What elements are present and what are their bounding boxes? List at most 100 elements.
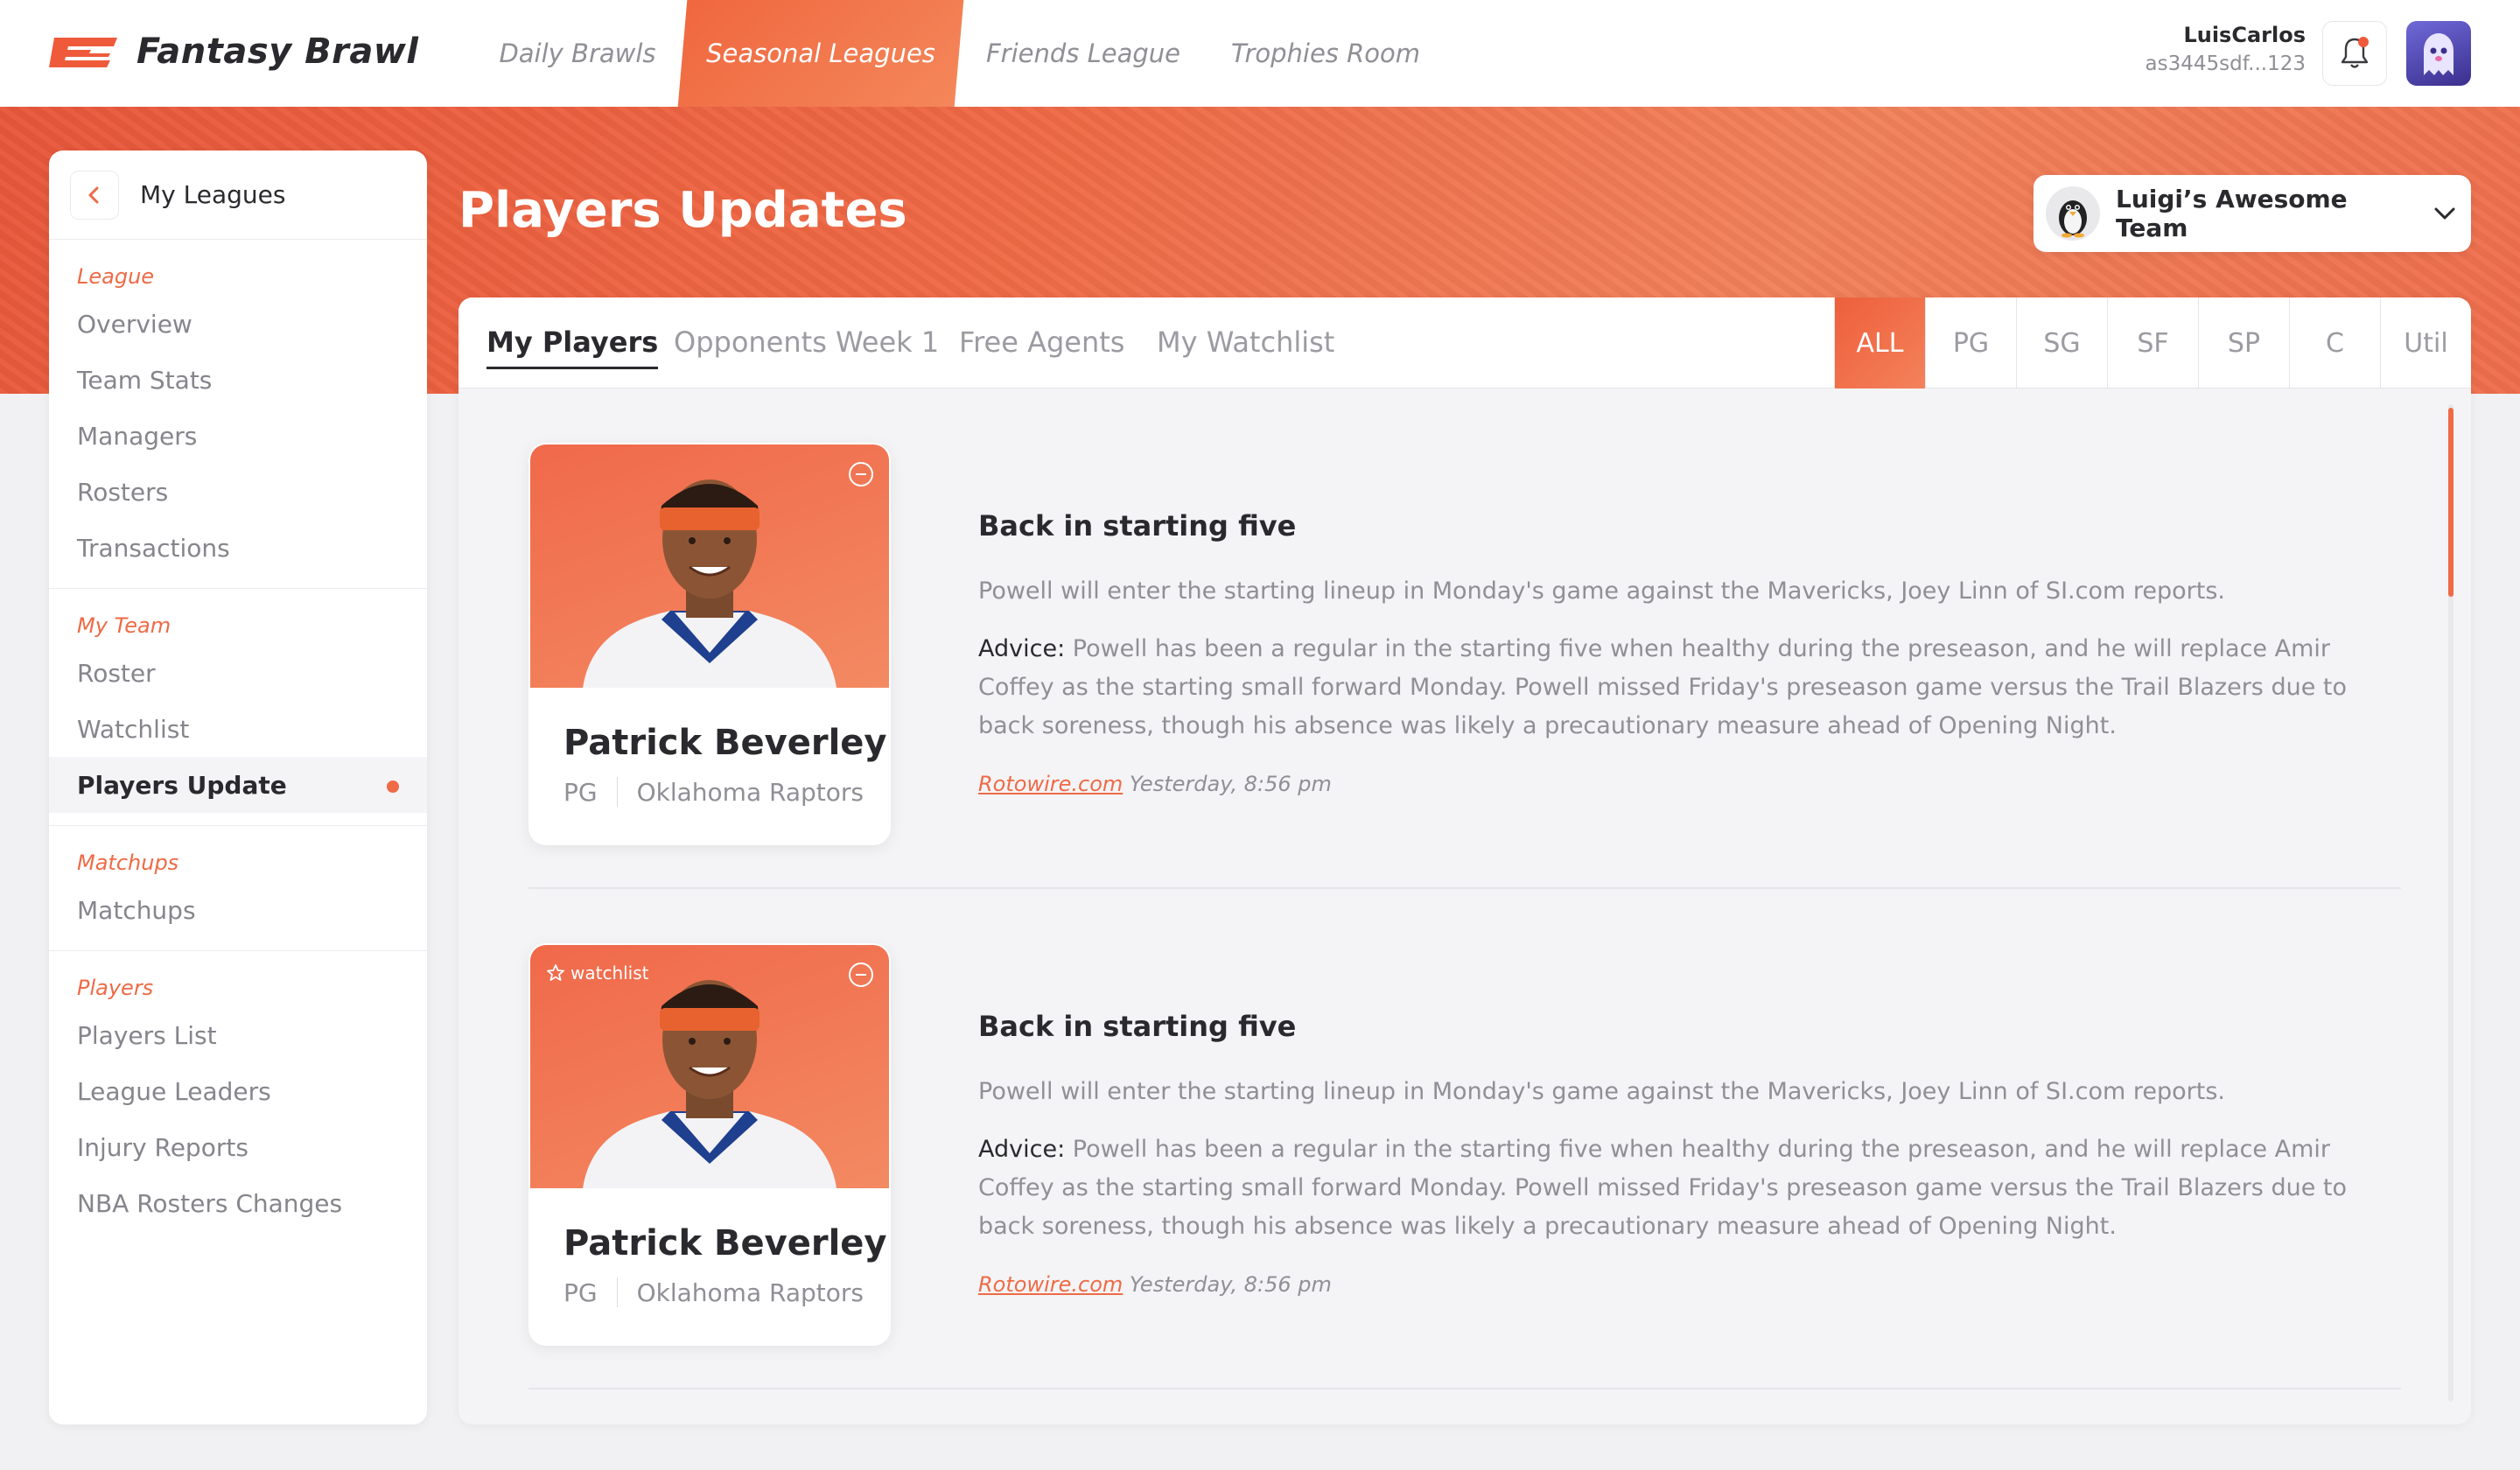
advice-label: Advice: [978, 1136, 1066, 1163]
news-time: Yesterday, 8:56 pm [1123, 772, 1332, 796]
user-name: LuisCarlos [2183, 23, 2306, 47]
chevron-left-icon [88, 186, 99, 203]
chevron-down-icon [2418, 206, 2471, 220]
tab-my-players[interactable]: My Players [486, 326, 659, 369]
user-avatar[interactable] [2406, 21, 2471, 86]
sidebar-item-matchups[interactable]: Matchups [49, 882, 427, 938]
player-meta: PG Oklahoma Raptors [564, 1278, 864, 1307]
back-button[interactable] [70, 170, 119, 220]
tab-free-agents[interactable]: Free Agents [959, 326, 1124, 359]
app-logo[interactable]: Fantasy Brawl [49, 32, 419, 72]
news-advice: Advice: Powell has been a regular in the… [978, 1130, 2378, 1246]
remove-player-button[interactable] [849, 462, 873, 486]
nav-tab-label: Seasonal Leagues [706, 38, 935, 68]
source-link[interactable]: Rotowire.com [978, 772, 1123, 796]
sidebar-item-league-leaders[interactable]: League Leaders [49, 1063, 427, 1119]
player-update-item: Patrick Beverley PG Oklahoma Raptors Bac… [528, 388, 2401, 889]
source-link[interactable]: Rotowire.com [978, 1272, 1123, 1297]
star-icon [547, 964, 564, 981]
sidebar-item-watchlist[interactable]: Watchlist [49, 701, 427, 757]
position-filter-c[interactable]: C [2289, 298, 2380, 388]
app-title: Fantasy Brawl [136, 32, 419, 72]
user-info[interactable]: LuisCarlos as3445sdf...123 [2146, 23, 2306, 75]
nav-tab-seasonal-leagues[interactable]: Seasonal Leagues [677, 0, 964, 107]
news-body: Powell will enter the starting lineup in… [978, 1078, 2225, 1105]
position-filter-sg[interactable]: SG [2016, 298, 2107, 388]
team-select-dropdown[interactable]: Luigi’s Awesome Team [2034, 175, 2471, 252]
sidebar-item-nba-rosters-changes[interactable]: NBA Rosters Changes [49, 1175, 427, 1231]
divider [616, 1278, 618, 1307]
position-filter-all[interactable]: ALL [1834, 298, 1925, 388]
sidebar-item-roster[interactable]: Roster [49, 645, 427, 701]
sidebar-group-league: League Overview Team Stats Managers Rost… [49, 240, 427, 589]
player-meta: PG Oklahoma Raptors [564, 777, 864, 807]
sidebar-group-title: League [77, 264, 155, 289]
news-content: Back in starting five Powell will enter … [978, 509, 2378, 796]
page-title: Players Updates [458, 182, 907, 239]
player-team: Oklahoma Raptors [636, 1278, 864, 1307]
sidebar-group-players: Players Players List League Leaders Inju… [49, 951, 427, 1243]
watchlist-label: watchlist [570, 962, 649, 984]
advice-text: Powell has been a regular in the startin… [978, 1136, 2348, 1240]
sidebar: My Leagues League Overview Team Stats Ma… [49, 150, 427, 1424]
team-name: Luigi’s Awesome Team [2116, 185, 2348, 242]
penguin-icon [2059, 200, 2087, 238]
sidebar-item-managers[interactable]: Managers [49, 408, 427, 464]
sidebar-item-injury-reports[interactable]: Injury Reports [49, 1119, 427, 1175]
nav-tab-trophies-room[interactable]: Trophies Room [1225, 0, 1426, 107]
player-photo [530, 444, 889, 688]
ghost-avatar-icon [2424, 33, 2454, 75]
player-update-item: watchlist Patrick Beverley PG Oklahoma R… [528, 889, 2401, 1390]
brand-logo-icon [49, 38, 117, 67]
news-time: Yesterday, 8:56 pm [1123, 1272, 1332, 1297]
team-avatar [2046, 186, 2100, 241]
sidebar-item-players-list[interactable]: Players List [49, 1007, 427, 1063]
advice-text: Powell has been a regular in the startin… [978, 635, 2348, 739]
player-position: PG [564, 1278, 598, 1307]
sidebar-item-players-update[interactable]: Players Update [49, 757, 427, 813]
news-title: Back in starting five [978, 509, 1297, 542]
news-source: Rotowire.com Yesterday, 8:56 pm [978, 772, 2378, 796]
bell-icon [2341, 37, 2369, 68]
filter-tabs: My Players Opponents Week 1 Free Agents … [458, 298, 2471, 388]
user-id: as3445sdf...123 [2145, 52, 2306, 75]
nav-tab-daily-brawls[interactable]: Daily Brawls [490, 0, 665, 107]
sidebar-item-overview[interactable]: Overview [49, 296, 427, 352]
nav-tab-friends-league[interactable]: Friends League [980, 0, 1186, 107]
player-position: PG [564, 777, 598, 807]
position-filter-sp[interactable]: SP [2198, 298, 2289, 388]
sidebar-header: My Leagues [49, 150, 427, 240]
news-advice: Advice: Powell has been a regular in the… [978, 630, 2378, 746]
position-filter-pg[interactable]: PG [1925, 298, 2016, 388]
sidebar-group-matchups: Matchups Matchups [49, 826, 427, 951]
player-name: Patrick Beverley [564, 723, 887, 763]
news-title: Back in starting five [978, 1010, 1297, 1043]
news-content: Back in starting five Powell will enter … [978, 1010, 2378, 1297]
advice-label: Advice: [978, 635, 1066, 662]
position-filter-sf[interactable]: SF [2107, 298, 2198, 388]
player-photo: watchlist [530, 945, 889, 1188]
player-card[interactable]: Patrick Beverley PG Oklahoma Raptors [528, 443, 891, 845]
notifications-button[interactable] [2322, 21, 2387, 86]
tab-my-watchlist[interactable]: My Watchlist [1157, 326, 1334, 359]
player-name: Patrick Beverley [564, 1223, 887, 1264]
player-card[interactable]: watchlist Patrick Beverley PG Oklahoma R… [528, 943, 891, 1346]
sidebar-group-my-team: My Team Roster Watchlist Players Update [49, 589, 427, 826]
sidebar-item-team-stats[interactable]: Team Stats [49, 352, 427, 408]
position-filter-util[interactable]: Util [2380, 298, 2471, 388]
top-navbar: Fantasy Brawl Daily Brawls Seasonal Leag… [0, 0, 2520, 107]
watchlist-toggle[interactable]: watchlist [546, 962, 649, 984]
scrollbar-thumb[interactable] [2448, 408, 2454, 597]
unread-dot [387, 780, 399, 793]
nav-tab-label: Trophies Room [1230, 38, 1421, 68]
sidebar-item-transactions[interactable]: Transactions [49, 520, 427, 576]
tab-opponents-week-1[interactable]: Opponents Week 1 [674, 326, 939, 359]
player-portrait-icon [583, 480, 836, 688]
sidebar-item-rosters[interactable]: Rosters [49, 464, 427, 520]
sidebar-item-label: Players Update [77, 770, 287, 800]
sidebar-group-title: Matchups [77, 850, 179, 875]
players-updates-panel: My Players Opponents Week 1 Free Agents … [458, 298, 2471, 1424]
remove-player-button[interactable] [849, 962, 873, 987]
nav-tab-label: Daily Brawls [499, 38, 656, 68]
sidebar-group-title: My Team [77, 613, 172, 638]
